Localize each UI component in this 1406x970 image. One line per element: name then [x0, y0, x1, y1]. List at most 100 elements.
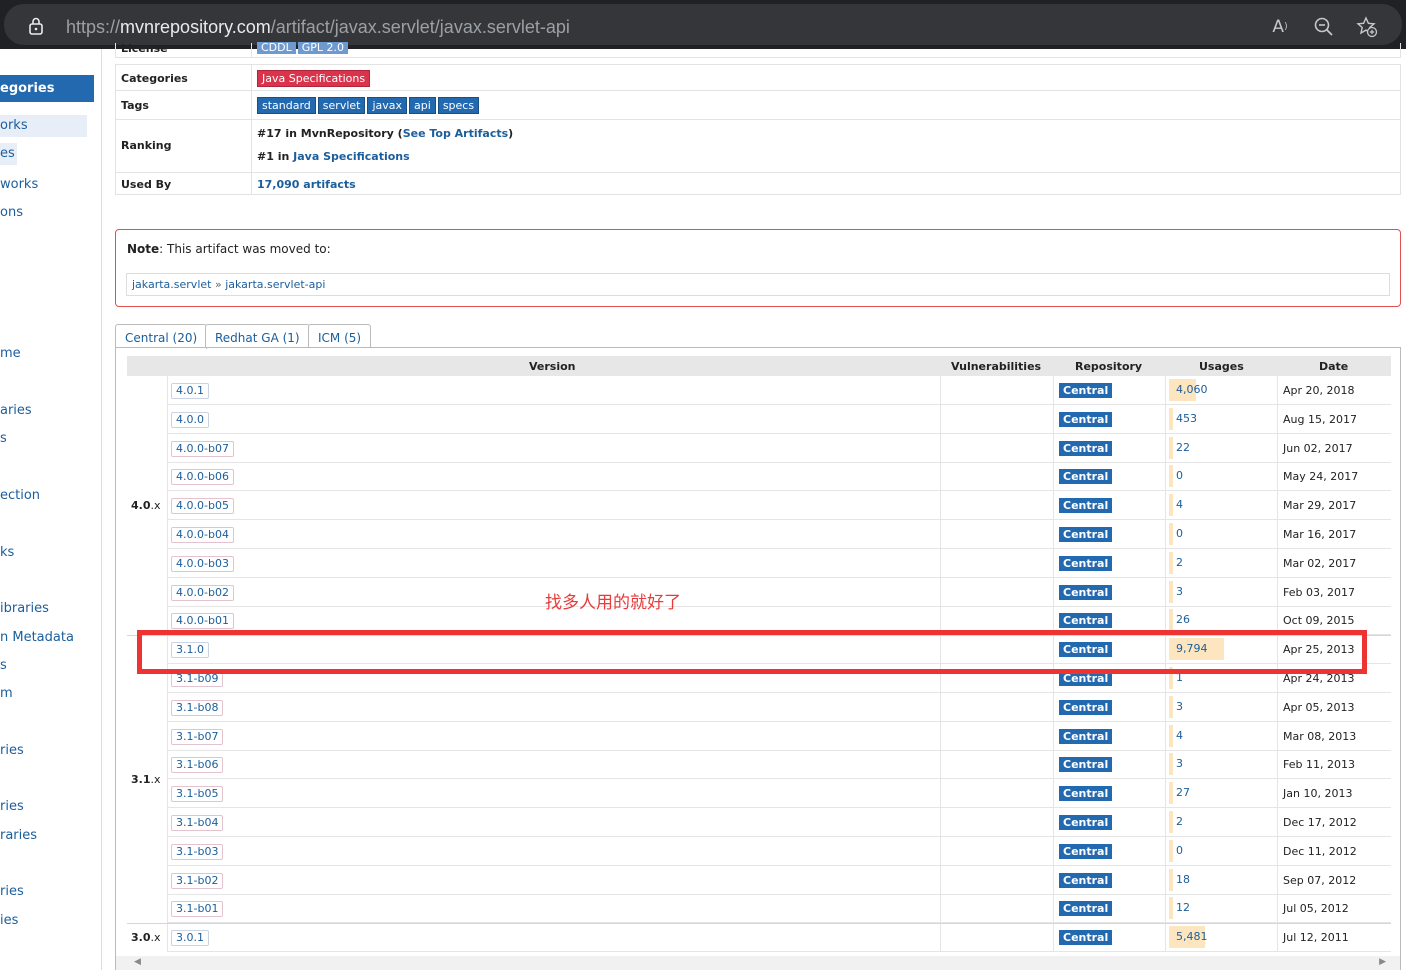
read-aloud-icon[interactable]: A): [1269, 16, 1291, 38]
usage-link[interactable]: 3: [1176, 700, 1183, 713]
version-link[interactable]: 4.0.0-b02: [171, 584, 234, 601]
sidebar-item[interactable]: s: [0, 658, 7, 673]
version-link[interactable]: 4.0.0-b06: [171, 469, 234, 486]
usage-link[interactable]: 4: [1176, 729, 1183, 742]
usage-link[interactable]: 4: [1176, 498, 1183, 511]
usage-link[interactable]: 26: [1176, 613, 1190, 626]
usage-link[interactable]: 18: [1176, 873, 1190, 886]
tab-central[interactable]: Central (20): [115, 324, 208, 349]
usage-link[interactable]: 0: [1176, 527, 1183, 540]
repository-badge[interactable]: Central: [1059, 843, 1113, 859]
category-ranking-link[interactable]: Java Specifications: [293, 150, 410, 163]
sidebar-item[interactable]: aries: [0, 403, 32, 418]
repository-badge[interactable]: Central: [1059, 930, 1113, 946]
repository-badge[interactable]: Central: [1059, 786, 1113, 802]
usage-link[interactable]: 4,060: [1176, 383, 1208, 396]
usage-link[interactable]: 2: [1176, 815, 1183, 828]
tag-javax[interactable]: javax: [367, 97, 408, 114]
sidebar-item[interactable]: ries: [0, 799, 24, 814]
url-text[interactable]: https://mvnrepository.com/artifact/javax…: [66, 17, 570, 38]
repository-badge[interactable]: Central: [1059, 757, 1113, 773]
usage-link[interactable]: 453: [1176, 412, 1197, 425]
add-favorite-icon[interactable]: [1356, 16, 1378, 38]
zoom-out-icon[interactable]: [1313, 16, 1335, 38]
lock-icon[interactable]: [28, 17, 44, 35]
used-by-link[interactable]: 17,090 artifacts: [257, 178, 356, 191]
relocation-group-link[interactable]: jakarta.servlet: [132, 278, 211, 291]
category-tag[interactable]: Java Specifications: [257, 70, 371, 87]
sidebar-item[interactable]: m: [0, 686, 13, 701]
version-link[interactable]: 3.1-b08: [171, 699, 224, 716]
tag-standard[interactable]: standard: [257, 97, 316, 114]
release-date: Jul 05, 2012: [1283, 902, 1349, 916]
tag-servlet[interactable]: servlet: [317, 97, 366, 114]
usage-link[interactable]: 3: [1176, 585, 1183, 598]
version-link[interactable]: 4.0.0-b05: [171, 498, 234, 515]
repository-badge[interactable]: Central: [1059, 383, 1113, 398]
relocation-artifact-link[interactable]: jakarta.servlet-api: [225, 278, 325, 291]
sidebar-item[interactable]: ks: [0, 545, 14, 560]
usage-link[interactable]: 2: [1176, 556, 1183, 569]
sidebar-item[interactable]: works: [0, 177, 38, 192]
usage-link[interactable]: 5,481: [1176, 930, 1208, 943]
sidebar-item[interactable]: es: [0, 143, 17, 165]
tag-specs[interactable]: specs: [437, 97, 480, 114]
repository-badge[interactable]: Central: [1059, 901, 1113, 917]
usage-bar: [1169, 436, 1173, 459]
usage-link[interactable]: 3: [1176, 757, 1183, 770]
repository-badge[interactable]: Central: [1059, 527, 1113, 542]
repository-badge[interactable]: Central: [1059, 440, 1113, 456]
address-bar[interactable]: https://mvnrepository.com/artifact/javax…: [4, 4, 1402, 45]
sidebar-item[interactable]: ies: [0, 913, 18, 928]
repository-badge[interactable]: Central: [1059, 469, 1113, 485]
tag-api[interactable]: api: [409, 97, 436, 114]
version-link[interactable]: 4.0.0-b01: [171, 613, 234, 630]
version-link[interactable]: 3.1-b07: [171, 728, 224, 745]
version-link[interactable]: 3.1-b04: [171, 815, 224, 831]
repository-badge[interactable]: Central: [1059, 815, 1113, 830]
sidebar-item[interactable]: ries: [0, 884, 24, 899]
license-badge[interactable]: GPL 2.0: [297, 42, 349, 54]
version-link[interactable]: 4.0.0: [171, 411, 209, 428]
version-link[interactable]: 3.0.1: [171, 930, 209, 947]
scroll-left-icon[interactable]: ◀: [134, 957, 141, 967]
usage-link[interactable]: 22: [1176, 441, 1190, 454]
tab-icm[interactable]: ICM (5): [308, 324, 372, 348]
version-link[interactable]: 4.0.1: [171, 383, 209, 399]
version-link[interactable]: 3.1-b01: [171, 901, 224, 918]
version-link[interactable]: 4.0.0-b03: [171, 555, 234, 572]
version-link[interactable]: 3.1-b02: [171, 872, 224, 889]
top-artifacts-link[interactable]: See Top Artifacts: [403, 127, 508, 140]
sidebar-item[interactable]: ection: [0, 488, 40, 503]
version-link[interactable]: 3.1-b06: [171, 757, 224, 774]
tab-redhat-ga[interactable]: Redhat GA (1): [205, 324, 310, 348]
usage-link[interactable]: 12: [1176, 901, 1190, 914]
repository-badge[interactable]: Central: [1059, 699, 1113, 715]
version-link[interactable]: 3.1-b05: [171, 786, 224, 803]
usage-link[interactable]: 0: [1176, 844, 1183, 857]
sidebar-item[interactable]: s: [0, 431, 7, 446]
sidebar-item[interactable]: me: [0, 346, 21, 361]
version-link[interactable]: 3.1-b03: [171, 843, 224, 860]
repository-badge[interactable]: Central: [1059, 411, 1113, 427]
usage-link[interactable]: 27: [1176, 786, 1190, 799]
sidebar-item[interactable]: ries: [0, 743, 24, 758]
license-badge[interactable]: CDDL: [257, 42, 296, 54]
repository-badge[interactable]: Central: [1059, 613, 1113, 629]
usage-bar: [1169, 551, 1173, 574]
usage-link[interactable]: 0: [1176, 469, 1183, 482]
version-link[interactable]: 4.0.0-b04: [171, 527, 234, 543]
sidebar-item[interactable]: n Metadata: [0, 630, 74, 645]
version-link[interactable]: 4.0.0-b07: [171, 440, 234, 457]
sidebar-item[interactable]: ibraries: [0, 601, 49, 616]
repository-badge[interactable]: Central: [1059, 584, 1113, 600]
repository-badge[interactable]: Central: [1059, 872, 1113, 888]
sidebar-item[interactable]: ons: [0, 205, 23, 220]
scroll-right-icon[interactable]: ▶: [1379, 957, 1386, 967]
sidebar-item[interactable]: orks: [0, 115, 87, 137]
repository-badge[interactable]: Central: [1059, 498, 1113, 514]
horizontal-scrollbar[interactable]: ◀ ▶: [116, 956, 1400, 970]
repository-badge[interactable]: Central: [1059, 555, 1113, 571]
sidebar-item[interactable]: raries: [0, 828, 37, 843]
repository-badge[interactable]: Central: [1059, 728, 1113, 744]
